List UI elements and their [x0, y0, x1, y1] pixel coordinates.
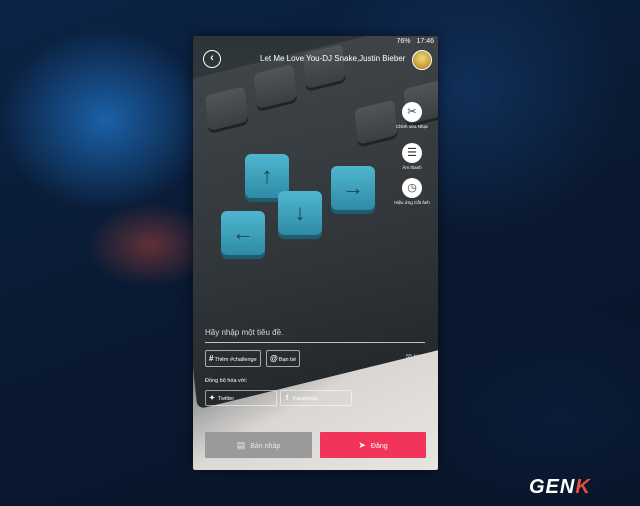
- tool-label: Hiệu ứng Cắt ảnh: [394, 200, 430, 205]
- down-arrow-key: ↓: [278, 191, 322, 235]
- facebook-label: Facebook: [293, 396, 318, 402]
- twitter-share-button[interactable]: ✦ Twitter: [205, 390, 277, 406]
- tool-label: Âm thanh: [402, 165, 422, 170]
- crop-effect-tool[interactable]: ◷ Hiệu ứng Cắt ảnh: [394, 178, 430, 205]
- sync-label: Đồng bộ hóa với:: [205, 378, 248, 384]
- song-title[interactable]: Let Me Love You-DJ Snake,Justin Bieber: [260, 54, 405, 63]
- sound-tool[interactable]: ☰ Âm thanh: [394, 143, 430, 170]
- post-button[interactable]: ➤ Đăng: [320, 432, 426, 458]
- send-icon: ➤: [358, 440, 366, 450]
- logo-text-k: K: [575, 476, 591, 498]
- clock: 17:46: [416, 38, 434, 45]
- left-arrow-key: ←: [221, 211, 265, 255]
- draft-label: Bản nháp: [250, 443, 281, 450]
- logo-text: GEN: [529, 476, 576, 498]
- keyboard-key: [354, 99, 398, 145]
- character-count: 55 ký tự: [406, 354, 426, 360]
- right-arrow-key: →: [331, 166, 375, 210]
- genk-logo: GENK: [529, 476, 591, 499]
- facebook-icon: f: [285, 395, 289, 402]
- status-bar: 76% 17:46: [193, 36, 438, 48]
- draft-icon: ▤: [236, 440, 246, 450]
- friends-label: Bạn bè: [278, 357, 297, 363]
- battery-level: 76%: [396, 38, 411, 45]
- hashtag-icon: #: [209, 354, 214, 363]
- post-label: Đăng: [370, 443, 388, 450]
- facebook-share-button[interactable]: f Facebook: [280, 390, 352, 406]
- twitter-icon: ✦: [209, 395, 215, 402]
- challenge-label: Thêm #challenge: [214, 357, 257, 363]
- draft-button[interactable]: ▤ Bản nháp: [205, 432, 312, 458]
- music-cover-icon[interactable]: [412, 50, 432, 70]
- clock-icon: ◷: [402, 178, 422, 198]
- sliders-icon: ☰: [402, 143, 422, 163]
- at-icon: @: [270, 354, 278, 363]
- keyboard-key: [302, 43, 346, 90]
- chevron-left-icon: ‹: [210, 52, 214, 64]
- back-button[interactable]: ‹: [203, 50, 221, 68]
- caption-input[interactable]: Hãy nhập một tiêu đề.: [205, 324, 425, 343]
- tag-friends-button[interactable]: @Bạn bè: [266, 350, 301, 367]
- scissors-icon: ✂: [402, 102, 422, 122]
- twitter-label: Twitter: [218, 396, 235, 402]
- edit-music-tool[interactable]: ✂ Chỉnh sửa Nhạc: [394, 102, 430, 129]
- add-challenge-button[interactable]: #Thêm #challenge: [205, 350, 261, 367]
- phone-screen: ↑ ← ↓ → 76% 17:46 ‹ Let Me Love You-DJ S…: [193, 36, 438, 470]
- keyboard-key: [204, 86, 249, 132]
- keyboard-key: [253, 64, 298, 110]
- tool-label: Chỉnh sửa Nhạc: [395, 124, 429, 129]
